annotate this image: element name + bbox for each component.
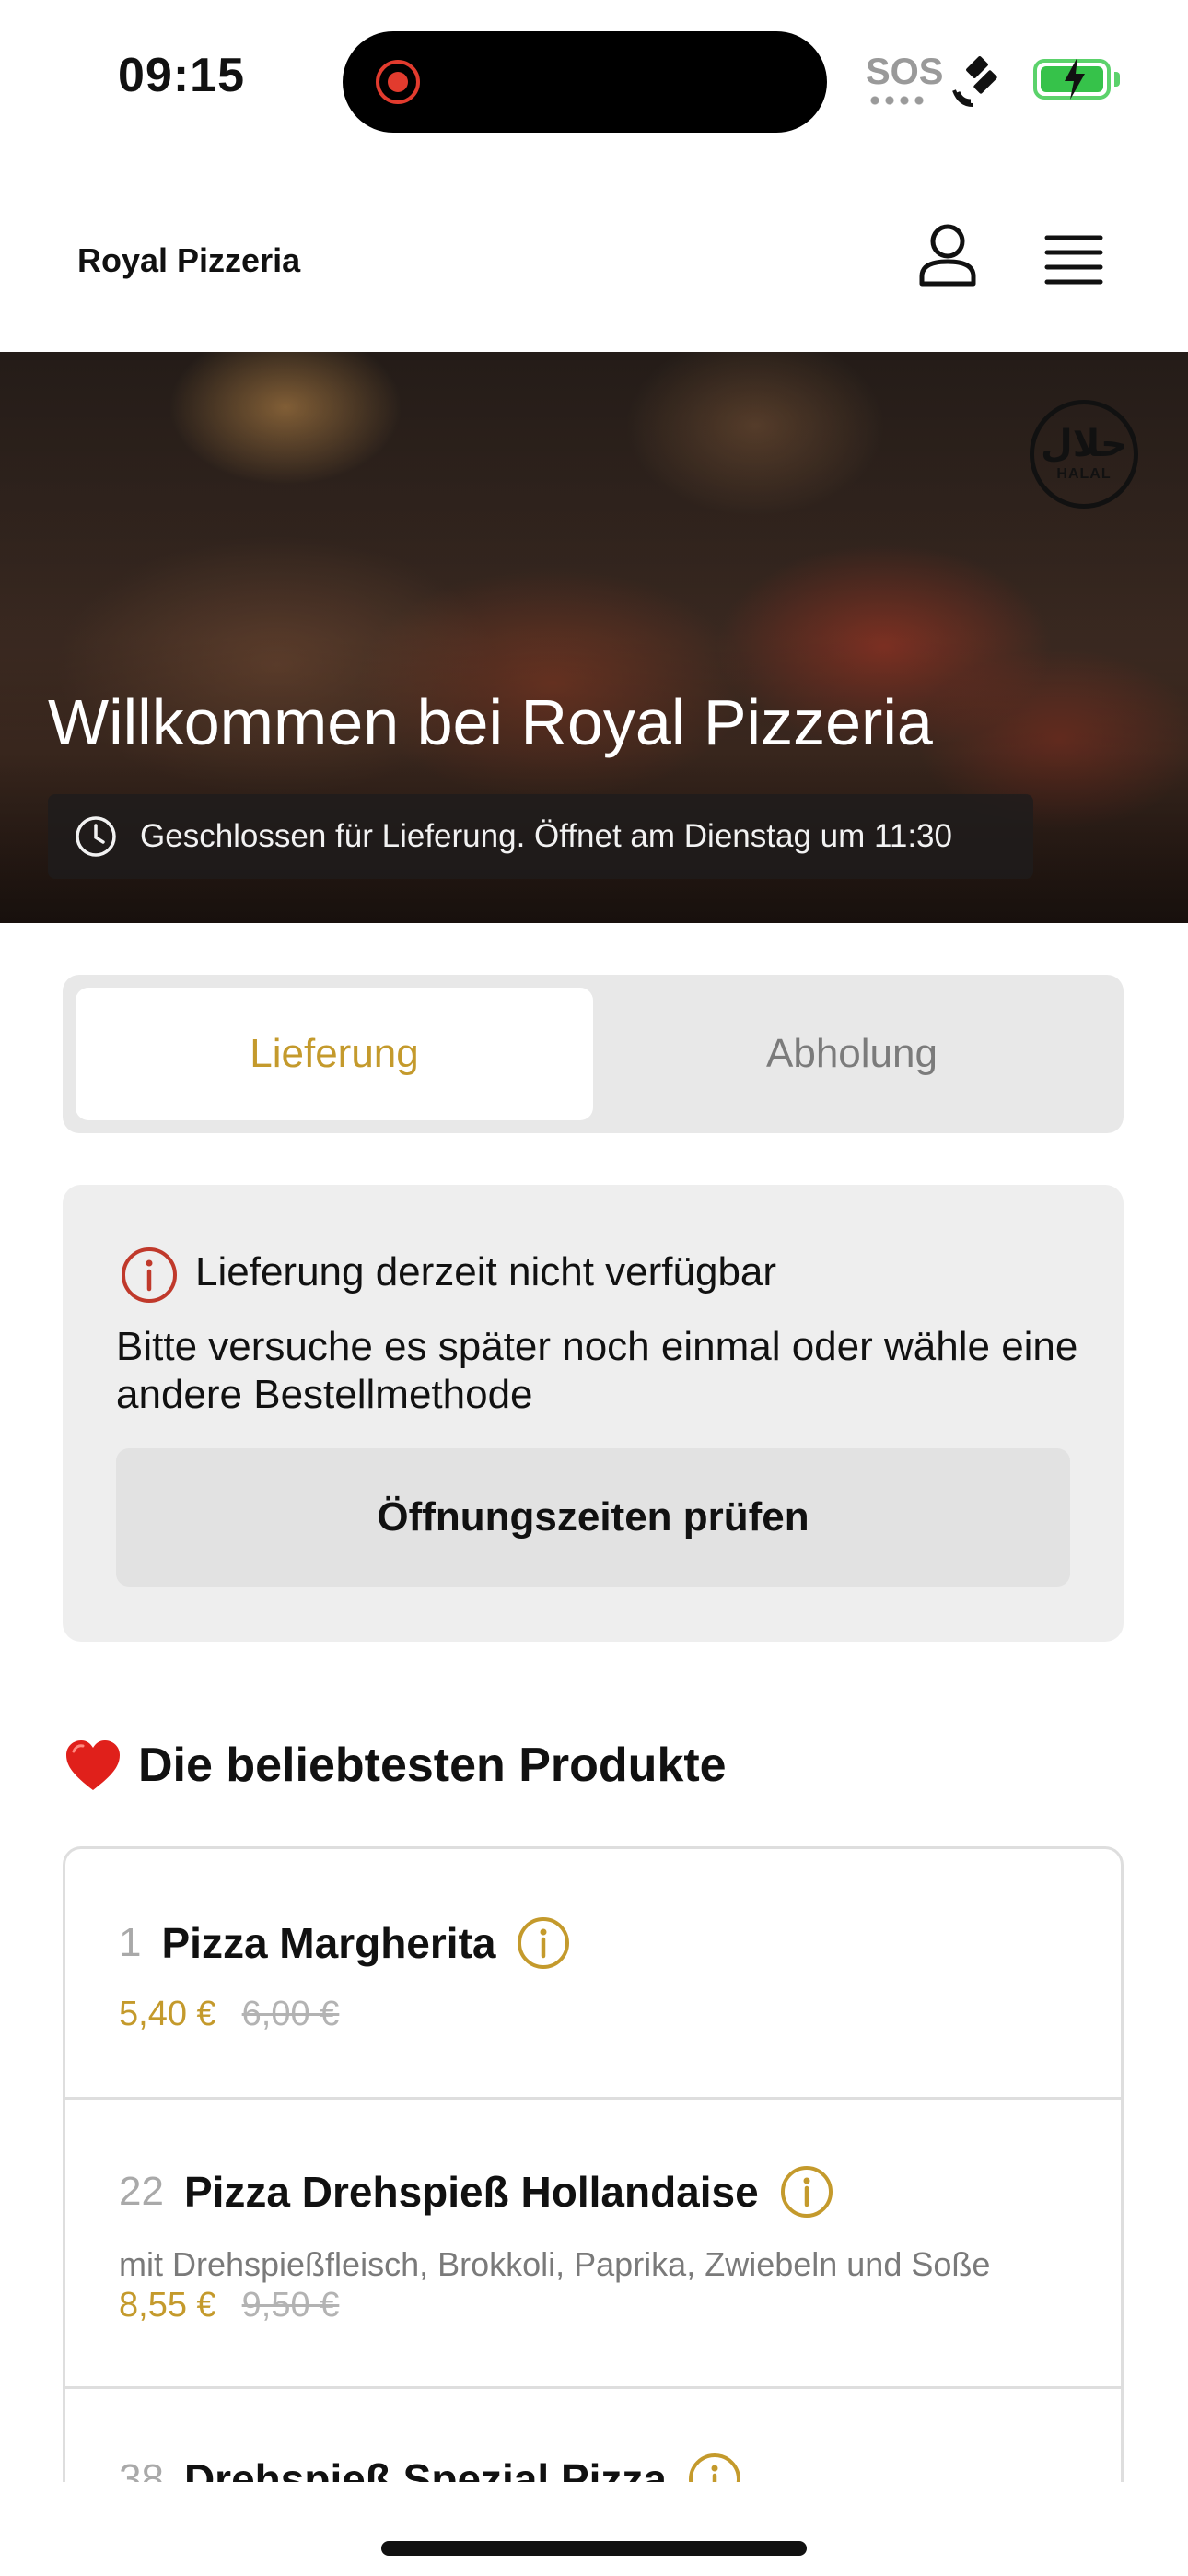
product-price: 5,40 € <box>119 1995 216 2033</box>
product-number: 22 <box>119 2169 164 2214</box>
product-old-price: 9,50 € <box>241 2286 340 2324</box>
check-opening-hours-button[interactable]: Öffnungszeiten prüfen <box>116 1448 1070 1587</box>
recording-icon <box>376 60 420 104</box>
halal-arabic-text: حلال <box>1041 423 1127 465</box>
info-icon[interactable] <box>687 2452 742 2482</box>
clock-icon <box>76 816 116 857</box>
product-list: 1 Pizza Margherita 5,40 € 6,00 € 22 Pizz… <box>63 1846 1124 2482</box>
brand-name[interactable]: Royal Pizzeria <box>77 241 300 280</box>
product-item[interactable]: 1 Pizza Margherita 5,40 € 6,00 € <box>65 1849 1121 2100</box>
product-price: 8,55 € <box>119 2286 216 2324</box>
order-method-toggle: Lieferung Abholung <box>63 975 1124 1133</box>
product-item[interactable]: 38 Drehspieß Spezial Pizza <box>65 2389 1121 2482</box>
notice-body: Bitte versuche es später noch einmal ode… <box>116 1324 1078 1417</box>
popular-products-heading: Die beliebtesten Produkte <box>64 1738 727 1793</box>
halal-badge: حلال HALAL <box>1030 400 1138 509</box>
battery-icon <box>1033 57 1111 100</box>
heart-icon <box>66 1740 120 1790</box>
alert-icon <box>122 1247 177 1303</box>
opening-status-banner: Geschlossen für Lieferung. Öffnet am Die… <box>48 794 1033 879</box>
product-item[interactable]: 22 Pizza Drehspieß Hollandaise mit Drehs… <box>65 2100 1121 2389</box>
home-indicator[interactable] <box>381 2541 807 2556</box>
hero-title: Willkommen bei Royal Pizzeria <box>48 686 933 758</box>
satellite-icon <box>952 56 997 107</box>
product-name: Drehspieß Spezial Pizza <box>183 2455 668 2482</box>
info-icon[interactable] <box>516 1915 571 1971</box>
product-name: Pizza Drehspieß Hollandaise <box>183 2168 759 2216</box>
hero-banner: حلال HALAL Willkommen bei Royal Pizzeria… <box>0 352 1188 923</box>
popular-products-title: Die beliebtesten Produkte <box>138 1739 727 1792</box>
sos-indicator: SOS <box>866 52 944 92</box>
tab-abholung[interactable]: Abholung <box>593 988 1111 1120</box>
notice-title: Lieferung derzeit nicht verfügbar <box>195 1249 777 1294</box>
product-name: Pizza Margherita <box>161 1919 496 1967</box>
user-icon[interactable] <box>917 223 978 287</box>
product-old-price: 6,00 € <box>241 1995 340 2033</box>
battery-cap <box>1114 72 1120 87</box>
product-description: mit Drehspießfleisch, Brokkoli, Paprika,… <box>119 2245 991 2283</box>
dynamic-island <box>343 31 827 133</box>
product-number: 1 <box>119 1920 142 1965</box>
tab-lieferung[interactable]: Lieferung <box>76 988 593 1120</box>
opening-status-text: Geschlossen für Lieferung. Öffnet am Die… <box>140 818 952 854</box>
delivery-unavailable-notice: Lieferung derzeit nicht verfügbar Bitte … <box>63 1185 1124 1642</box>
status-time: 09:15 <box>118 49 245 102</box>
product-number: 38 <box>119 2456 164 2482</box>
status-bar: 09:15 SOS <box>0 0 1188 157</box>
app-header: Royal Pizzeria <box>0 157 1188 352</box>
halal-label: HALAL <box>1056 466 1112 482</box>
signal-dots-icon <box>868 96 928 105</box>
menu-icon[interactable] <box>1044 234 1103 286</box>
info-icon[interactable] <box>779 2164 834 2219</box>
